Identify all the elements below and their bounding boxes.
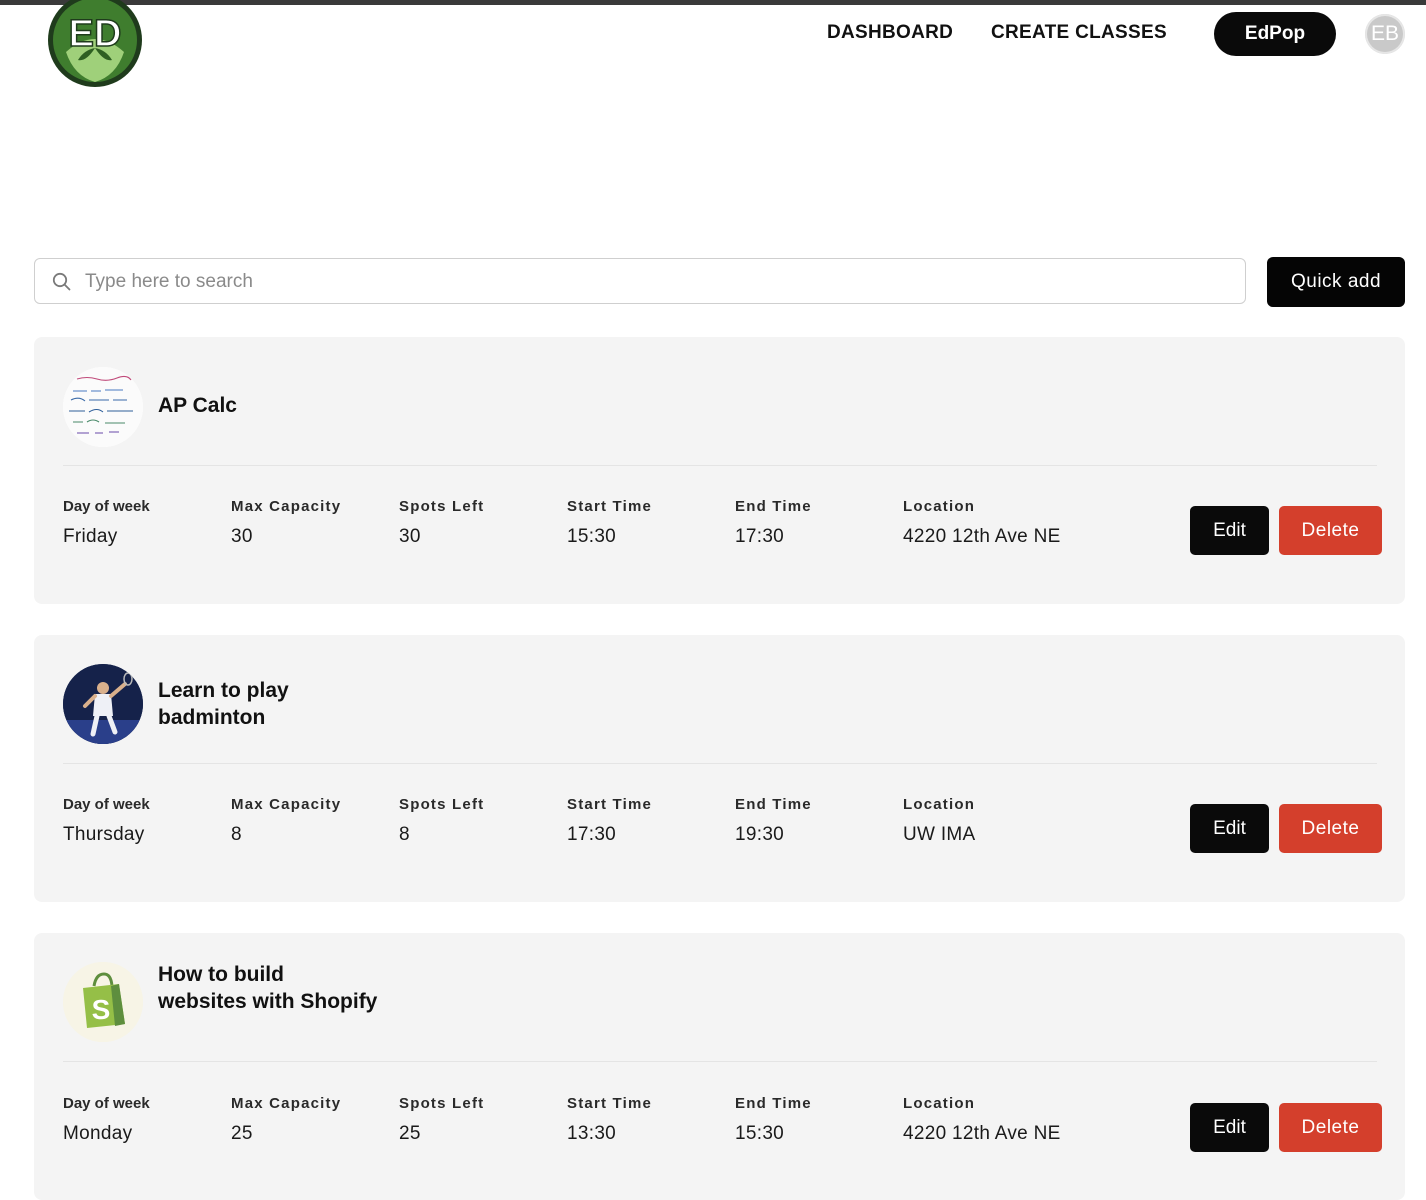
user-avatar[interactable]: EB [1365,14,1405,54]
edit-button[interactable]: Edit [1190,506,1269,555]
day-of-week-value: Monday [63,1123,133,1144]
class-card: Learn to play badminton Day of week Max … [34,635,1405,902]
class-card: AP Calc Day of week Max Capacity Spots L… [34,337,1405,604]
max-capacity-value: 8 [231,824,242,845]
class-title: Learn to play badminton [158,679,289,729]
start-time-label: Start Time [567,1095,653,1112]
start-time-label: Start Time [567,498,653,515]
location-label: Location [903,1095,976,1112]
class-card: S How to build websites with Shopify Day… [34,933,1405,1200]
day-of-week-label: Day of week [63,796,150,813]
window-top-border [0,0,1426,5]
badminton-player-image [63,664,143,744]
location-label: Location [903,796,976,813]
shopify-bag-icon: S [63,962,143,1042]
calc-notes-image [63,367,143,447]
location-label: Location [903,498,976,515]
day-of-week-value: Friday [63,526,118,547]
class-title: AP Calc [158,394,237,417]
location-value: 4220 12th Ave NE [903,1123,1061,1144]
max-capacity-value: 30 [231,526,253,547]
card-divider [63,465,1377,466]
top-nav: DASHBOARD CREATE CLASSES EdPop EB [0,12,1426,58]
svg-text:S: S [92,994,111,1025]
start-time-label: Start Time [567,796,653,813]
nav-create-classes-link[interactable]: CREATE CLASSES [991,22,1167,44]
max-capacity-label: Max Capacity [231,1095,342,1112]
end-time-value: 15:30 [735,1123,785,1144]
day-of-week-label: Day of week [63,1095,150,1112]
edit-button[interactable]: Edit [1190,804,1269,853]
card-divider [63,1061,1377,1062]
spots-left-value: 25 [399,1123,421,1144]
start-time-value: 15:30 [567,526,617,547]
delete-button[interactable]: Delete [1279,506,1382,555]
class-title: How to build websites with Shopify [158,963,378,1013]
spots-left-value: 8 [399,824,410,845]
spots-left-label: Spots Left [399,1095,485,1112]
edit-button[interactable]: Edit [1190,1103,1269,1152]
spots-left-label: Spots Left [399,498,485,515]
delete-button[interactable]: Delete [1279,1103,1382,1152]
location-value: UW IMA [903,824,976,845]
day-of-week-value: Thursday [63,824,145,845]
max-capacity-value: 25 [231,1123,253,1144]
max-capacity-label: Max Capacity [231,796,342,813]
start-time-value: 13:30 [567,1123,617,1144]
max-capacity-label: Max Capacity [231,498,342,515]
end-time-value: 17:30 [735,526,785,547]
end-time-label: End Time [735,796,812,813]
end-time-label: End Time [735,1095,812,1112]
nav-dashboard-link[interactable]: DASHBOARD [827,22,953,44]
location-value: 4220 12th Ave NE [903,526,1061,547]
spots-left-label: Spots Left [399,796,485,813]
search-box [34,258,1246,305]
day-of-week-label: Day of week [63,498,150,515]
end-time-value: 19:30 [735,824,785,845]
spots-left-value: 30 [399,526,421,547]
search-input[interactable] [83,259,1237,305]
delete-button[interactable]: Delete [1279,804,1382,853]
quick-add-button[interactable]: Quick add [1267,257,1405,307]
start-time-value: 17:30 [567,824,617,845]
card-divider [63,763,1377,764]
search-icon [52,272,72,292]
edpop-button[interactable]: EdPop [1214,12,1336,56]
end-time-label: End Time [735,498,812,515]
